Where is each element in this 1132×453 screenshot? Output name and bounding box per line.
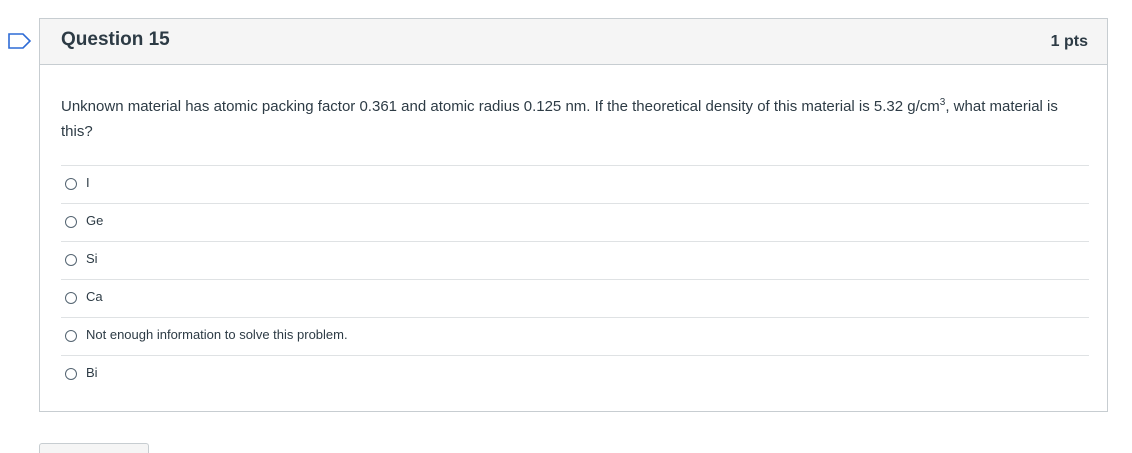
answer-option-i[interactable]: I xyxy=(61,165,1089,203)
question-points: 1 pts xyxy=(1050,33,1088,50)
radio-button[interactable] xyxy=(65,330,77,342)
question-card: Question 15 1 pts Unknown material has a… xyxy=(39,18,1108,412)
answer-option-bi[interactable]: Bi xyxy=(61,355,1089,393)
answer-option-not-enough-info[interactable]: Not enough information to solve this pro… xyxy=(61,317,1089,355)
answer-label[interactable]: Si xyxy=(86,251,98,266)
answer-label[interactable]: Ca xyxy=(86,289,103,304)
question-title: Question 15 xyxy=(61,29,170,50)
question-header: Question 15 1 pts xyxy=(40,19,1107,65)
answer-option-ca[interactable]: Ca xyxy=(61,279,1089,317)
question-text: Unknown material has atomic packing fact… xyxy=(61,94,1061,144)
radio-button[interactable] xyxy=(65,178,77,190)
answer-option-ge[interactable]: Ge xyxy=(61,203,1089,241)
radio-button[interactable] xyxy=(65,254,77,266)
flag-question-icon[interactable] xyxy=(8,33,32,49)
answer-label[interactable]: Not enough information to solve this pro… xyxy=(86,327,348,342)
answer-label[interactable]: Ge xyxy=(86,213,103,228)
question-text-main: Unknown material has atomic packing fact… xyxy=(61,98,940,115)
answer-label[interactable]: Bi xyxy=(86,365,98,380)
answer-option-si[interactable]: Si xyxy=(61,241,1089,279)
answer-list: I Ge Si Ca Not enough information to sol… xyxy=(61,165,1089,393)
next-button-partial[interactable] xyxy=(39,443,149,453)
answer-label[interactable]: I xyxy=(86,175,90,190)
radio-button[interactable] xyxy=(65,368,77,380)
radio-button[interactable] xyxy=(65,292,77,304)
radio-button[interactable] xyxy=(65,216,77,228)
